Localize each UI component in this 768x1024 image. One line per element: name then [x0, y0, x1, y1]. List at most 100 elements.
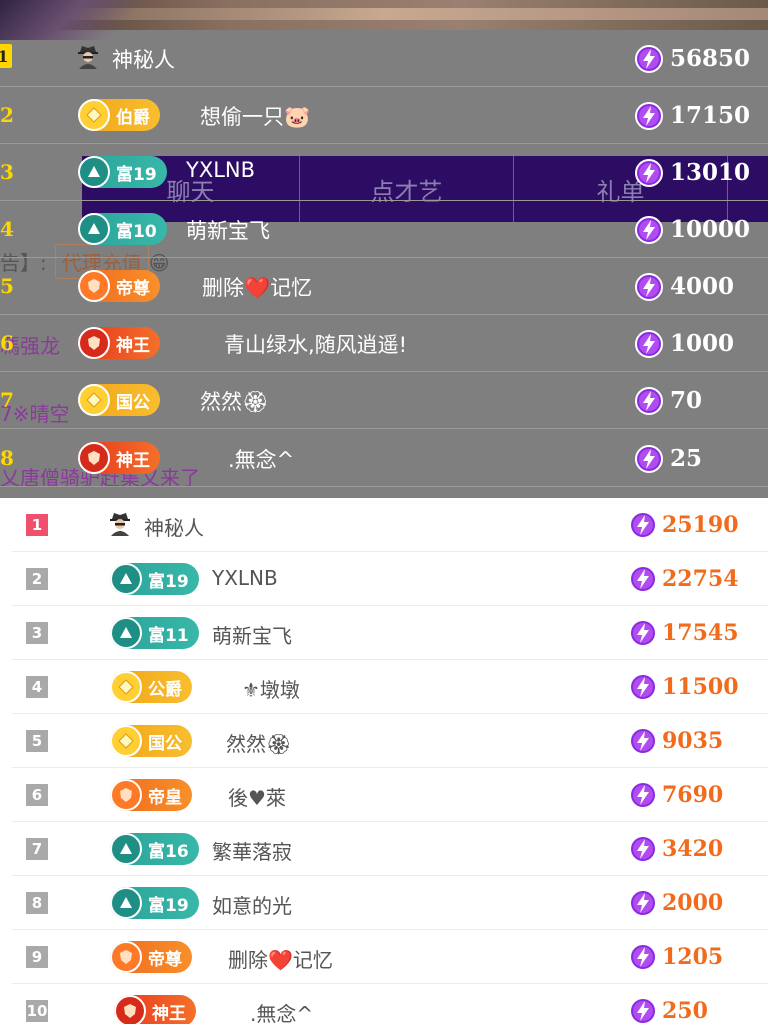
contribution-score: 13010 [670, 159, 751, 186]
rank-number: 10 [26, 1000, 48, 1022]
user-nickname[interactable]: 删除❤️记忆 [228, 944, 333, 973]
rank-number: 3 [0, 160, 14, 184]
rank-badge: 神王 [78, 442, 160, 474]
coin-wrap [634, 101, 664, 131]
rank-number: 2 [0, 103, 14, 127]
overlay-rank-row[interactable]: 7 国公 然然🏵 70 [0, 372, 768, 429]
rank-number: 7 [26, 838, 48, 860]
list-rank-row[interactable]: 5 国公 然然🏵 9035 [12, 714, 768, 768]
overlay-rank-row[interactable]: 1 神秘人 56850 [0, 30, 768, 87]
rank-badge: 帝皇 [110, 779, 192, 811]
user-nickname[interactable]: 删除❤️记忆 [202, 272, 312, 302]
list-rank-row[interactable]: 1 神秘人 25190 [12, 498, 768, 552]
rank-number: 4 [0, 217, 14, 241]
contribution-score: 17545 [662, 620, 739, 646]
user-nickname[interactable]: 神秘人 [144, 512, 204, 541]
user-nickname[interactable]: 後♥萊 [228, 782, 286, 811]
rank-number: 9 [26, 946, 48, 968]
rank-badge-label: 富16 [148, 841, 189, 862]
user-nickname[interactable]: YXLNB [212, 566, 278, 590]
coin-wrap [628, 780, 658, 810]
lightning-coin-icon [629, 565, 657, 593]
rank-badge-label: 神王 [152, 1003, 186, 1024]
user-nickname[interactable]: ⚜墩墩 [242, 674, 300, 703]
user-nickname[interactable]: .無念^ [250, 998, 313, 1024]
list-rank-row[interactable]: 3 富11 萌新宝飞 17545 [12, 606, 768, 660]
contribution-score: 56850 [670, 45, 751, 72]
crest-emblem-icon [78, 270, 110, 302]
coin-wrap [634, 44, 664, 74]
coin-wrap [634, 272, 664, 302]
rank-badge-label: 富11 [148, 625, 189, 646]
list-rank-row[interactable]: 7 富16 繁華落寂 3420 [12, 822, 768, 876]
coin-wrap [628, 510, 658, 540]
rank-badge-label: 伯爵 [116, 107, 150, 128]
contribution-score: 1000 [670, 330, 735, 357]
crest-emblem-icon [110, 941, 142, 973]
spy-icon [76, 43, 100, 75]
rank-number: 1 [0, 44, 12, 68]
rank-badge-label: 帝尊 [148, 949, 182, 970]
overlay-rank-row[interactable]: 3 富19 YXLNB 13010 [0, 144, 768, 201]
overlay-rank-row[interactable]: 8 神王 .無念^ 25 [0, 430, 768, 487]
user-nickname[interactable]: 然然🏵 [226, 728, 291, 757]
rank-number: 5 [26, 730, 48, 752]
coin-wrap [628, 942, 658, 972]
lightning-coin-icon [629, 619, 657, 647]
lightning-coin-icon [629, 835, 657, 863]
user-nickname[interactable]: 想偷一只🐷 [200, 101, 310, 131]
coin-wrap [628, 888, 658, 918]
rank-badge: 帝尊 [78, 270, 160, 302]
user-nickname[interactable]: 萌新宝飞 [186, 215, 270, 245]
rank-badge: 公爵 [110, 671, 192, 703]
coin-wrap [628, 834, 658, 864]
triangle-emblem-icon [110, 887, 142, 919]
user-nickname[interactable]: 繁華落寂 [212, 836, 292, 865]
user-nickname[interactable]: YXLNB [186, 158, 255, 182]
list-rank-row[interactable]: 8 富19 如意的光 2000 [12, 876, 768, 930]
lightning-coin-icon [635, 273, 663, 301]
rank-badge: 神王 [114, 995, 196, 1024]
overlay-rank-row[interactable]: 6 神王 青山绿水,随风逍遥! 1000 [0, 315, 768, 372]
contribution-score: 7690 [662, 782, 724, 808]
crest-emblem-icon [110, 779, 142, 811]
user-nickname[interactable]: 然然🏵 [200, 386, 269, 416]
coin-wrap [628, 996, 658, 1024]
lightning-coin-icon [635, 102, 663, 130]
triangle-emblem-icon [110, 833, 142, 865]
user-nickname[interactable]: 如意的光 [212, 890, 292, 919]
user-nickname[interactable]: .無念^ [228, 444, 294, 474]
list-rank-row[interactable]: 4 公爵 ⚜墩墩 11500 [12, 660, 768, 714]
contribution-score: 11500 [662, 674, 739, 700]
overlay-rank-row[interactable]: 2 伯爵 想偷一只🐷 17150 [0, 87, 768, 144]
rank-number: 4 [26, 676, 48, 698]
lightning-coin-icon [629, 997, 657, 1024]
rank-number: 2 [26, 568, 48, 590]
shield-emblem-icon [78, 442, 110, 474]
list-rank-row[interactable]: 10 神王 .無念^ 250 [12, 984, 768, 1024]
rank-number: 6 [0, 331, 14, 355]
lightning-coin-icon [635, 159, 663, 187]
list-rank-row[interactable]: 6 帝皇 後♥萊 7690 [12, 768, 768, 822]
list-rank-row[interactable]: 2 富19 YXLNB 22754 [12, 552, 768, 606]
user-nickname[interactable]: 神秘人 [112, 44, 175, 74]
rank-badge: 神王 [78, 327, 160, 359]
coin-wrap [628, 618, 658, 648]
triangle-emblem-icon [78, 213, 110, 245]
rank-number: 3 [26, 622, 48, 644]
lightning-coin-icon [635, 216, 663, 244]
rank-number: 5 [0, 274, 14, 298]
contribution-score: 70 [670, 387, 703, 414]
rank-badge: 富10 [78, 213, 167, 245]
overlay-rank-row[interactable]: 4 富10 萌新宝飞 10000 [0, 201, 768, 258]
overlay-rank-row[interactable]: 5 帝尊 删除❤️记忆 4000 [0, 258, 768, 315]
rank-badge-label: 富10 [116, 221, 157, 242]
rank-badge: 伯爵 [78, 99, 160, 131]
list-rank-row[interactable]: 9 帝尊 删除❤️记忆 1205 [12, 930, 768, 984]
contribution-score: 17150 [670, 102, 751, 129]
user-nickname[interactable]: 萌新宝飞 [212, 620, 292, 649]
contribution-score: 22754 [662, 566, 739, 592]
lightning-coin-icon [629, 781, 657, 809]
contribution-score: 9035 [662, 728, 724, 754]
user-nickname[interactable]: 青山绿水,随风逍遥! [224, 329, 407, 359]
